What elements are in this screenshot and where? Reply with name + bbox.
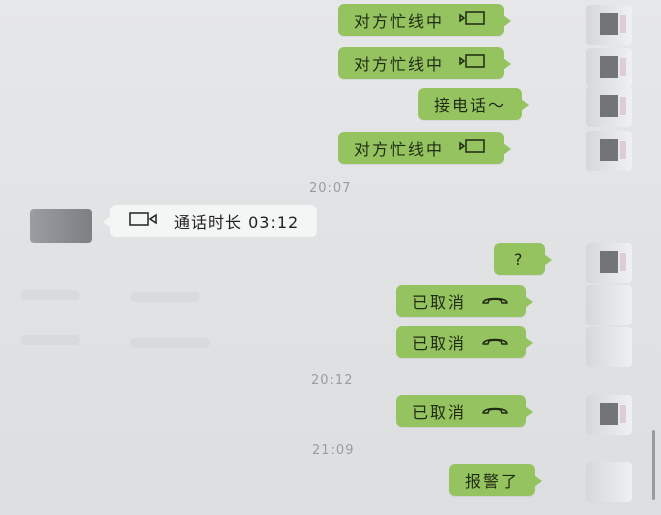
- phone-hangup-icon: [480, 333, 510, 352]
- message-outgoing[interactable]: 对方忙线中: [338, 4, 512, 36]
- avatar[interactable]: [586, 48, 632, 88]
- message-outgoing[interactable]: 报警了: [449, 464, 543, 496]
- avatar[interactable]: [586, 243, 632, 283]
- message-outgoing[interactable]: 接电话～: [418, 88, 530, 120]
- avatar[interactable]: [586, 131, 632, 171]
- message-outgoing[interactable]: 已取消: [396, 326, 534, 358]
- avatar[interactable]: [586, 285, 632, 325]
- message-text: 接电话～: [434, 96, 507, 115]
- avatar[interactable]: [586, 395, 632, 435]
- phone-hangup-icon: [480, 402, 510, 421]
- message-text: 对方忙线中: [354, 55, 445, 74]
- avatar[interactable]: [586, 327, 632, 367]
- message-bubble[interactable]: ?: [494, 243, 551, 275]
- avatar[interactable]: [586, 462, 632, 502]
- timestamp: 21:09: [312, 443, 355, 458]
- message-bubble[interactable]: 对方忙线中: [338, 4, 512, 36]
- message-outgoing[interactable]: 已取消: [396, 395, 534, 427]
- message-bubble[interactable]: 已取消: [396, 395, 534, 427]
- video-call-icon: [458, 10, 488, 30]
- message-text: 报警了: [465, 472, 520, 491]
- message-outgoing[interactable]: 已取消: [396, 285, 534, 317]
- message-text: 已取消: [412, 403, 467, 422]
- message-bubble[interactable]: 通话时长 03:12: [102, 205, 318, 237]
- message-outgoing[interactable]: ?: [494, 243, 551, 275]
- video-call-icon: [128, 211, 158, 231]
- message-bubble[interactable]: 已取消: [396, 285, 534, 317]
- chat-screen: 对方忙线中 对方忙线中 接电话～ 对方忙线中 20:07 通话时长 03:12 …: [0, 0, 661, 515]
- message-text: 对方忙线中: [354, 140, 445, 159]
- message-bubble[interactable]: 报警了: [449, 464, 543, 496]
- video-call-icon: [458, 53, 488, 73]
- avatar[interactable]: [30, 209, 92, 243]
- message-bubble[interactable]: 对方忙线中: [338, 47, 512, 79]
- timestamp: 20:12: [311, 373, 354, 388]
- timestamp: 20:07: [309, 181, 352, 196]
- message-text: 已取消: [412, 334, 467, 353]
- message-outgoing[interactable]: 对方忙线中: [338, 47, 512, 79]
- faded-background-content: [0, 280, 330, 400]
- message-text: ?: [514, 249, 525, 269]
- message-outgoing[interactable]: 对方忙线中: [338, 132, 512, 164]
- avatar[interactable]: [586, 5, 632, 45]
- avatar[interactable]: [586, 87, 632, 127]
- message-text: 对方忙线中: [354, 12, 445, 31]
- message-bubble[interactable]: 已取消: [396, 326, 534, 358]
- message-text: 通话时长 03:12: [174, 213, 300, 232]
- scrollbar[interactable]: [652, 430, 655, 500]
- message-text: 已取消: [412, 293, 467, 312]
- phone-hangup-icon: [480, 292, 510, 311]
- video-call-icon: [458, 138, 488, 158]
- message-incoming[interactable]: 通话时长 03:12: [102, 205, 318, 237]
- message-bubble[interactable]: 对方忙线中: [338, 132, 512, 164]
- message-bubble[interactable]: 接电话～: [418, 88, 530, 120]
